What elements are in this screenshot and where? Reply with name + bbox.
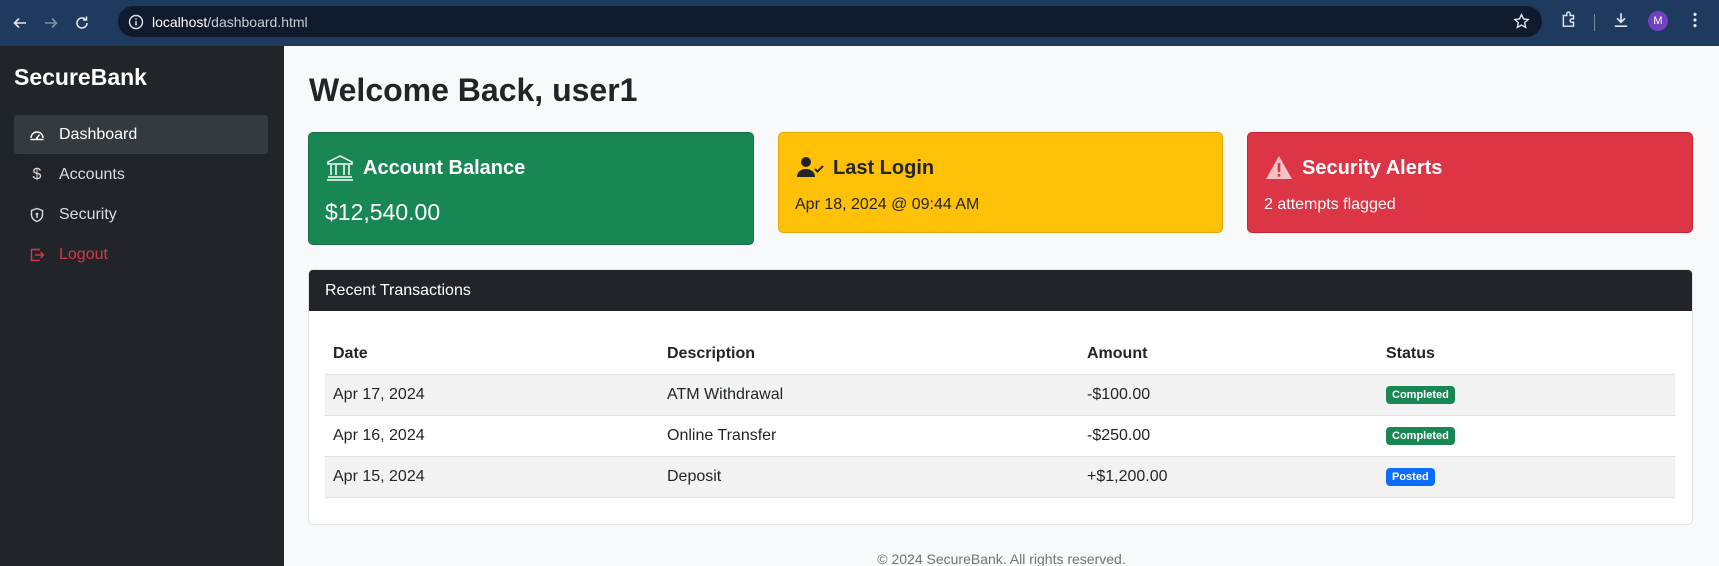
person-check-icon	[797, 157, 824, 177]
profile-initial: M	[1648, 11, 1668, 31]
reload-icon[interactable]	[71, 12, 93, 34]
kebab-menu-icon[interactable]	[1686, 11, 1704, 29]
sidebar-item-label: Logout	[59, 245, 108, 263]
toolbar-divider	[1594, 14, 1595, 31]
cell-amount: +$1,200.00	[1079, 456, 1378, 498]
sidebar-item-label: Security	[59, 205, 117, 223]
table-row: Apr 16, 2024 Online Transfer -$250.00 Co…	[325, 415, 1675, 457]
transactions-table: Date Description Amount Status Apr 17, 2…	[325, 334, 1675, 498]
table-row: Apr 15, 2024 Deposit +$1,200.00 Posted	[325, 456, 1675, 498]
column-header: Date	[325, 334, 659, 375]
card-title: Security Alerts	[1264, 153, 1442, 183]
forward-icon[interactable]	[40, 12, 62, 34]
cell-description: Online Transfer	[659, 415, 1079, 457]
recent-transactions-card: Recent Transactions Date Description Amo…	[308, 269, 1693, 525]
sidebar-item-security[interactable]: Security	[14, 195, 268, 234]
column-header: Amount	[1079, 334, 1378, 375]
sidebar-item-logout[interactable]: Logout	[14, 235, 268, 274]
warning-icon	[1266, 156, 1292, 179]
card-title-text: Account Balance	[363, 156, 526, 179]
status-badge: Completed	[1386, 427, 1455, 445]
cell-date: Apr 16, 2024	[325, 415, 659, 457]
speedometer-icon	[28, 126, 46, 144]
sidebar-item-accounts[interactable]: $ Accounts	[14, 155, 268, 194]
alerts-value: 2 attempts flagged	[1264, 196, 1396, 213]
sidebar-item-label: Dashboard	[59, 125, 138, 143]
main-content: Welcome Back, user1 Account Balance $12,…	[284, 46, 1719, 566]
table-row: Apr 17, 2024 ATM Withdrawal -$100.00 Com…	[325, 374, 1675, 416]
cell-date: Apr 17, 2024	[325, 374, 659, 416]
browser-toolbar: localhost/dashboard.html M	[0, 0, 1719, 46]
logout-icon	[28, 246, 46, 264]
cell-status: Completed	[1378, 415, 1675, 457]
card-title: Account Balance	[325, 153, 525, 183]
sidebar: SecureBank Dashboard $ Accounts Security…	[0, 46, 284, 566]
footer-text: © 2024 SecureBank. All rights reserved.	[877, 551, 1126, 566]
card-header: Recent Transactions	[309, 270, 1692, 311]
bank-icon	[327, 155, 353, 181]
cell-status: Posted	[1378, 456, 1675, 498]
card-title-text: Last Login	[833, 156, 935, 179]
column-header: Description	[659, 334, 1079, 375]
url-path: /dashboard.html	[207, 13, 308, 30]
status-badge: Posted	[1386, 468, 1435, 486]
site-info-icon[interactable]	[128, 14, 144, 30]
sidebar-item-label: Accounts	[59, 165, 125, 183]
cell-status: Completed	[1378, 374, 1675, 416]
download-icon[interactable]	[1612, 11, 1630, 29]
cell-description: Deposit	[659, 456, 1079, 498]
last-login-value: Apr 18, 2024 @ 09:44 AM	[795, 196, 980, 213]
security-alerts-card: Security Alerts 2 attempts flagged	[1247, 132, 1693, 233]
page-title: Welcome Back, user1	[309, 72, 638, 108]
card-title-text: Security Alerts	[1302, 156, 1443, 179]
url-host: localhost	[152, 13, 208, 30]
address-bar[interactable]: localhost/dashboard.html	[118, 6, 1542, 37]
extensions-icon[interactable]	[1560, 11, 1578, 29]
last-login-card: Last Login Apr 18, 2024 @ 09:44 AM	[778, 132, 1223, 233]
dollar-icon: $	[32, 165, 42, 183]
cell-description: ATM Withdrawal	[659, 374, 1079, 416]
cell-amount: -$250.00	[1079, 415, 1378, 457]
balance-value: $12,540.00	[325, 199, 441, 225]
status-badge: Completed	[1386, 386, 1455, 404]
card-title: Last Login	[795, 153, 934, 183]
bookmark-star-icon[interactable]	[1513, 13, 1530, 30]
table-header-row: Date Description Amount Status	[325, 334, 1675, 375]
cell-date: Apr 15, 2024	[325, 456, 659, 498]
shield-icon	[28, 206, 46, 224]
back-icon[interactable]	[9, 12, 31, 34]
account-balance-card: Account Balance $12,540.00	[308, 132, 754, 245]
cell-amount: -$100.00	[1079, 374, 1378, 416]
column-header: Status	[1378, 334, 1675, 375]
url-text: localhost/dashboard.html	[152, 14, 308, 30]
sidebar-item-dashboard[interactable]: Dashboard	[14, 115, 268, 154]
profile-avatar[interactable]: M	[1648, 11, 1668, 31]
brand-logo[interactable]: SecureBank	[14, 64, 147, 91]
